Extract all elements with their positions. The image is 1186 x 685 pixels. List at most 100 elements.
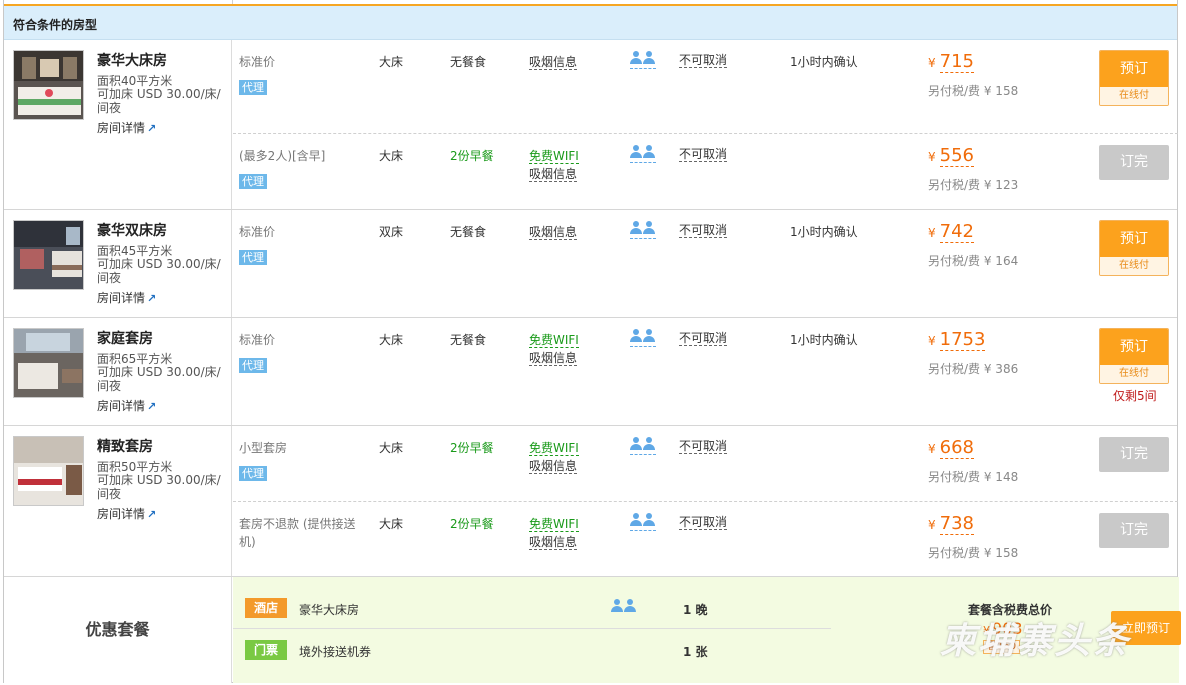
- free-wifi-link[interactable]: 免费WIFI: [529, 441, 579, 456]
- room-detail-label: 房间详情: [97, 399, 146, 413]
- person-icon: [643, 437, 655, 451]
- max-occupancy: [630, 51, 656, 69]
- bed-type: 大床: [379, 55, 404, 69]
- pay-online-label: 在线付: [1100, 365, 1168, 383]
- cancel-policy[interactable]: 不可取消: [679, 147, 728, 162]
- cancel-policy[interactable]: 不可取消: [679, 53, 728, 68]
- meal-info: 2份早餐: [450, 149, 494, 163]
- person-icon: [643, 221, 655, 235]
- max-occupancy: [630, 145, 656, 163]
- room-block: 精致套房 面积50平方米 可加床 USD 30.00/床/间夜 房间详情 ↗ 小型…: [4, 426, 1178, 577]
- arrow-up-right-icon: ↗: [147, 508, 157, 521]
- tax-info: 另付税/费 ¥ 123: [928, 178, 1019, 192]
- price-value[interactable]: 738: [939, 513, 974, 535]
- person-icon: [630, 145, 642, 159]
- free-wifi-link[interactable]: 免费WIFI: [529, 517, 579, 532]
- price: ¥668: [928, 437, 974, 459]
- book-button-label: 预订: [1100, 221, 1168, 257]
- smoking-info-link[interactable]: 吸烟信息: [529, 225, 578, 240]
- smoking-info-link[interactable]: 吸烟信息: [529, 351, 578, 366]
- rate-name: 标准价: [239, 333, 276, 347]
- bed-type: 大床: [379, 333, 404, 347]
- person-icon: [630, 221, 642, 235]
- smoking-info-link[interactable]: 吸烟信息: [529, 459, 578, 474]
- room-detail-label: 房间详情: [97, 507, 146, 521]
- bed-type: 大床: [379, 149, 404, 163]
- rate-name: 标准价: [239, 225, 276, 239]
- person-icon: [643, 329, 655, 343]
- price-value[interactable]: 715: [939, 51, 974, 73]
- cancel-policy[interactable]: 不可取消: [679, 331, 728, 346]
- free-wifi-link[interactable]: 免费WIFI: [529, 149, 579, 164]
- package-item-qty: 1 晚: [683, 603, 708, 617]
- tax-info: 另付税/费 ¥ 164: [928, 254, 1019, 268]
- package-deal: 优惠套餐 酒店 豪华大床房 1 晚 门票 境外接送机券 1 张 套餐含税费总价 …: [4, 577, 1181, 683]
- free-wifi-link[interactable]: 免费WIFI: [529, 333, 579, 348]
- room-detail-link[interactable]: 房间详情 ↗: [97, 505, 156, 522]
- person-icon: [643, 513, 655, 527]
- confirm-time: 1小时内确认: [790, 55, 858, 69]
- room-photo[interactable]: [13, 220, 84, 290]
- sold-out-button[interactable]: 订完: [1099, 437, 1169, 472]
- pay-online-label: 在线付: [1100, 87, 1168, 105]
- book-button-label: 预订: [1100, 329, 1168, 365]
- room-block: 家庭套房 面积65平方米 可加床 USD 30.00/床/间夜 房间详情 ↗ 标准…: [4, 318, 1177, 426]
- room-detail-link[interactable]: 房间详情 ↗: [97, 119, 156, 136]
- bed-type: 双床: [379, 225, 404, 239]
- meal-info: 2份早餐: [450, 441, 494, 455]
- room-detail-link[interactable]: 房间详情 ↗: [97, 289, 156, 306]
- book-button[interactable]: 预订 在线付: [1099, 328, 1169, 384]
- cancel-policy[interactable]: 不可取消: [679, 515, 728, 530]
- cancel-policy[interactable]: 不可取消: [679, 439, 728, 454]
- saving-badge: 省160: [983, 640, 1021, 654]
- room-photo-image: [14, 51, 83, 119]
- price-value[interactable]: 556: [939, 145, 974, 167]
- package-item-name: 豪华大床房: [299, 603, 360, 617]
- price-value[interactable]: 742: [939, 221, 974, 243]
- book-button[interactable]: 预订 在线付: [1099, 50, 1169, 106]
- room-detail-link[interactable]: 房间详情 ↗: [97, 397, 156, 414]
- room-photo[interactable]: [13, 436, 84, 506]
- person-icon: [624, 599, 636, 613]
- person-icon: [611, 599, 623, 613]
- package-label: 优惠套餐: [4, 577, 232, 683]
- room-info: 家庭套房 面积65平方米 可加床 USD 30.00/床/间夜 房间详情 ↗: [4, 318, 232, 425]
- book-button[interactable]: 预订 在线付: [1099, 220, 1169, 276]
- package-total-value: 903: [992, 619, 1023, 638]
- smoking-info-link[interactable]: 吸烟信息: [529, 167, 578, 182]
- package-book-button[interactable]: 立即预订: [1111, 611, 1181, 645]
- cancel-policy[interactable]: 不可取消: [679, 223, 728, 238]
- meal-info: 无餐食: [450, 225, 487, 239]
- room-photo[interactable]: [13, 328, 84, 398]
- agent-badge: 代理: [239, 466, 267, 481]
- max-occupancy: [611, 599, 637, 616]
- person-icon: [630, 513, 642, 527]
- person-icon: [643, 145, 655, 159]
- agent-badge: 代理: [239, 174, 267, 189]
- currency-symbol: ¥: [928, 442, 936, 456]
- currency-symbol: ¥: [928, 226, 936, 240]
- room-extra-bed: 可加床 USD 30.00/床/间夜: [97, 87, 221, 115]
- price-value[interactable]: 1753: [939, 329, 986, 351]
- room-photo-image: [14, 221, 83, 289]
- agent-badge: 代理: [239, 250, 267, 265]
- arrow-up-right-icon: ↗: [147, 292, 157, 305]
- max-occupancy: [630, 437, 656, 455]
- sold-out-button[interactable]: 订完: [1099, 513, 1169, 548]
- rate-name: 套房不退款 (提供接送机): [239, 517, 356, 549]
- agent-badge: 代理: [239, 80, 267, 95]
- room-photo[interactable]: [13, 50, 84, 120]
- smoking-info-link[interactable]: 吸烟信息: [529, 55, 578, 70]
- person-icon: [630, 437, 642, 451]
- room-block: 豪华双床房 面积45平方米 可加床 USD 30.00/床/间夜 房间详情 ↗ 标…: [4, 210, 1177, 318]
- bed-type: 大床: [379, 441, 404, 455]
- sold-out-button[interactable]: 订完: [1099, 145, 1169, 180]
- price: ¥742: [928, 221, 974, 243]
- confirm-time: 1小时内确认: [790, 333, 858, 347]
- tax-info: 另付税/费 ¥ 158: [928, 546, 1019, 560]
- bed-type: 大床: [379, 517, 404, 531]
- room-detail-label: 房间详情: [97, 121, 146, 135]
- price-value[interactable]: 668: [939, 437, 974, 459]
- smoking-info-link[interactable]: 吸烟信息: [529, 535, 578, 550]
- room-name: 豪华双床房: [97, 223, 167, 239]
